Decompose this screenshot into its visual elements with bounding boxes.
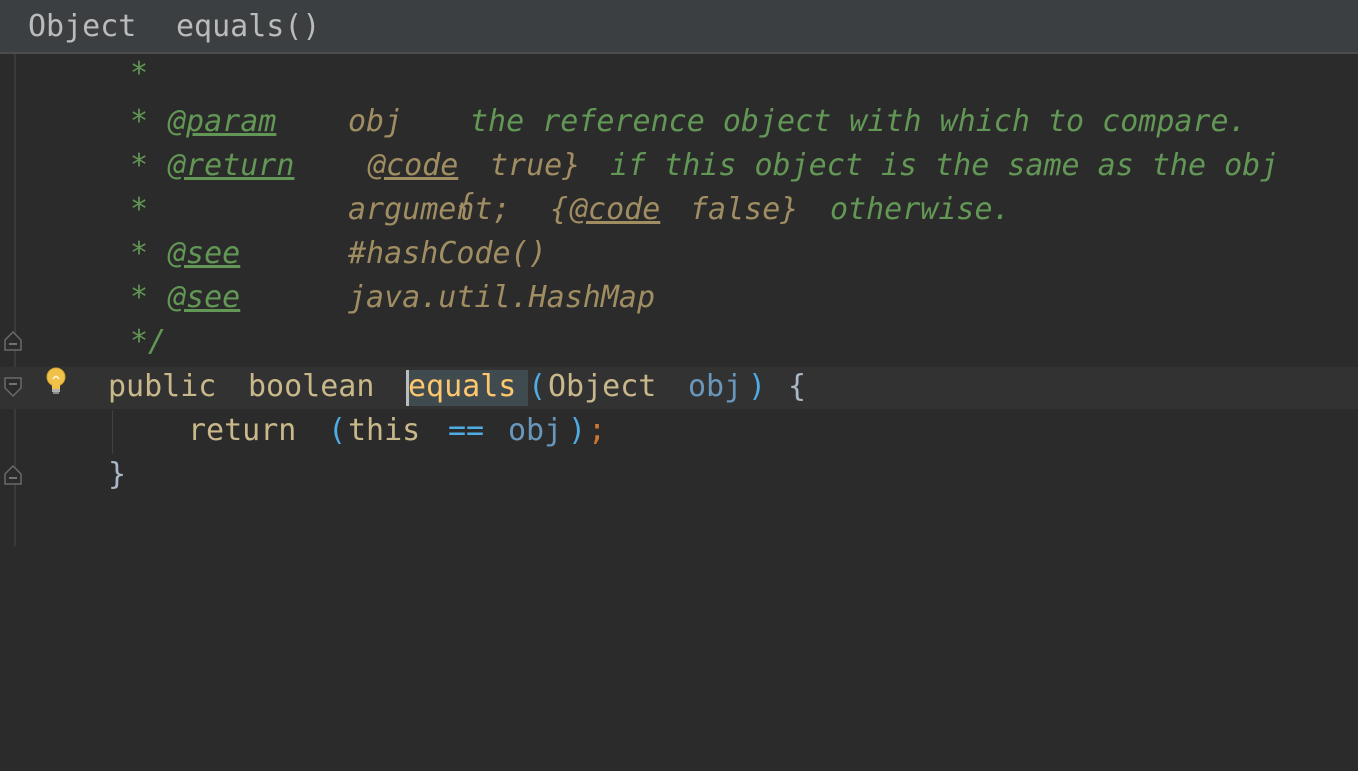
breadcrumb-item-class[interactable]: Object — [28, 8, 136, 46]
doc-code-brace: { — [550, 192, 569, 227]
doc-end: */ — [130, 324, 167, 359]
doc-star: * — [130, 104, 149, 139]
doc-star: * — [130, 192, 149, 227]
code-line: * @return { @code true} if this object i… — [0, 146, 1278, 223]
doc-tag: @return — [168, 148, 295, 183]
doc-reference[interactable]: java.util.HashMap — [348, 278, 655, 318]
code-line: * @param obj the reference object with w… — [0, 102, 1247, 142]
doc-star: * — [130, 236, 149, 271]
code-editor[interactable]: * * @param obj the reference object with… — [0, 54, 1358, 546]
doc-text: argument; — [348, 192, 511, 227]
doc-text: the reference object with which to compa… — [470, 104, 1247, 139]
return-keyword: return — [188, 413, 297, 448]
open-paren: ( — [528, 369, 547, 404]
method-name[interactable]: equals — [408, 367, 516, 407]
doc-reference[interactable]: #hashCode() — [348, 234, 547, 274]
doc-tag: @param — [168, 104, 277, 139]
text-caret — [406, 370, 409, 406]
doc-star: * — [130, 148, 149, 183]
open-brace: { — [788, 369, 807, 404]
close-paren: ) — [568, 413, 587, 448]
doc-code-tag: @code — [570, 192, 661, 227]
code-line-signature: public boolean equals ( Object obj ) { — [0, 367, 806, 407]
variable-ref: obj — [508, 413, 563, 448]
code-line-body: return ( this == obj ) ; — [0, 411, 606, 451]
equality-operator: == — [448, 413, 485, 448]
open-paren: ( — [328, 413, 347, 448]
code-line-close: } — [0, 455, 126, 495]
modifier-keyword: public — [108, 369, 217, 404]
close-paren: ) — [748, 369, 767, 404]
doc-text: if this object is the same as the obj — [610, 148, 1279, 183]
param-type: Object — [548, 369, 657, 404]
type-keyword: boolean — [248, 369, 375, 404]
doc-star: * — [130, 280, 149, 315]
breadcrumb-item-method[interactable]: equals() — [176, 8, 321, 46]
doc-code-value: true} — [490, 148, 581, 183]
doc-code-tag: @code — [368, 148, 459, 183]
doc-text: otherwise. — [830, 192, 1011, 227]
doc-tag: @see — [168, 236, 241, 271]
code-line: */ — [0, 322, 166, 362]
semicolon: ; — [588, 413, 607, 448]
param-name: obj — [688, 369, 743, 404]
doc-star: * — [130, 56, 149, 91]
code-line: * @see java.util.HashMap — [0, 278, 655, 318]
close-brace: } — [108, 457, 127, 492]
doc-code-value: false} — [690, 192, 799, 227]
code-line: * — [0, 54, 148, 94]
this-keyword: this — [348, 413, 421, 448]
doc-param-name: obj — [348, 104, 403, 139]
code-line: * @see #hashCode() — [0, 234, 547, 274]
doc-tag: @see — [168, 280, 241, 315]
breadcrumb: Object equals() — [0, 0, 1358, 54]
indent-guide — [112, 410, 113, 454]
code-line: * argument; { @code false} otherwise. — [0, 190, 1011, 230]
